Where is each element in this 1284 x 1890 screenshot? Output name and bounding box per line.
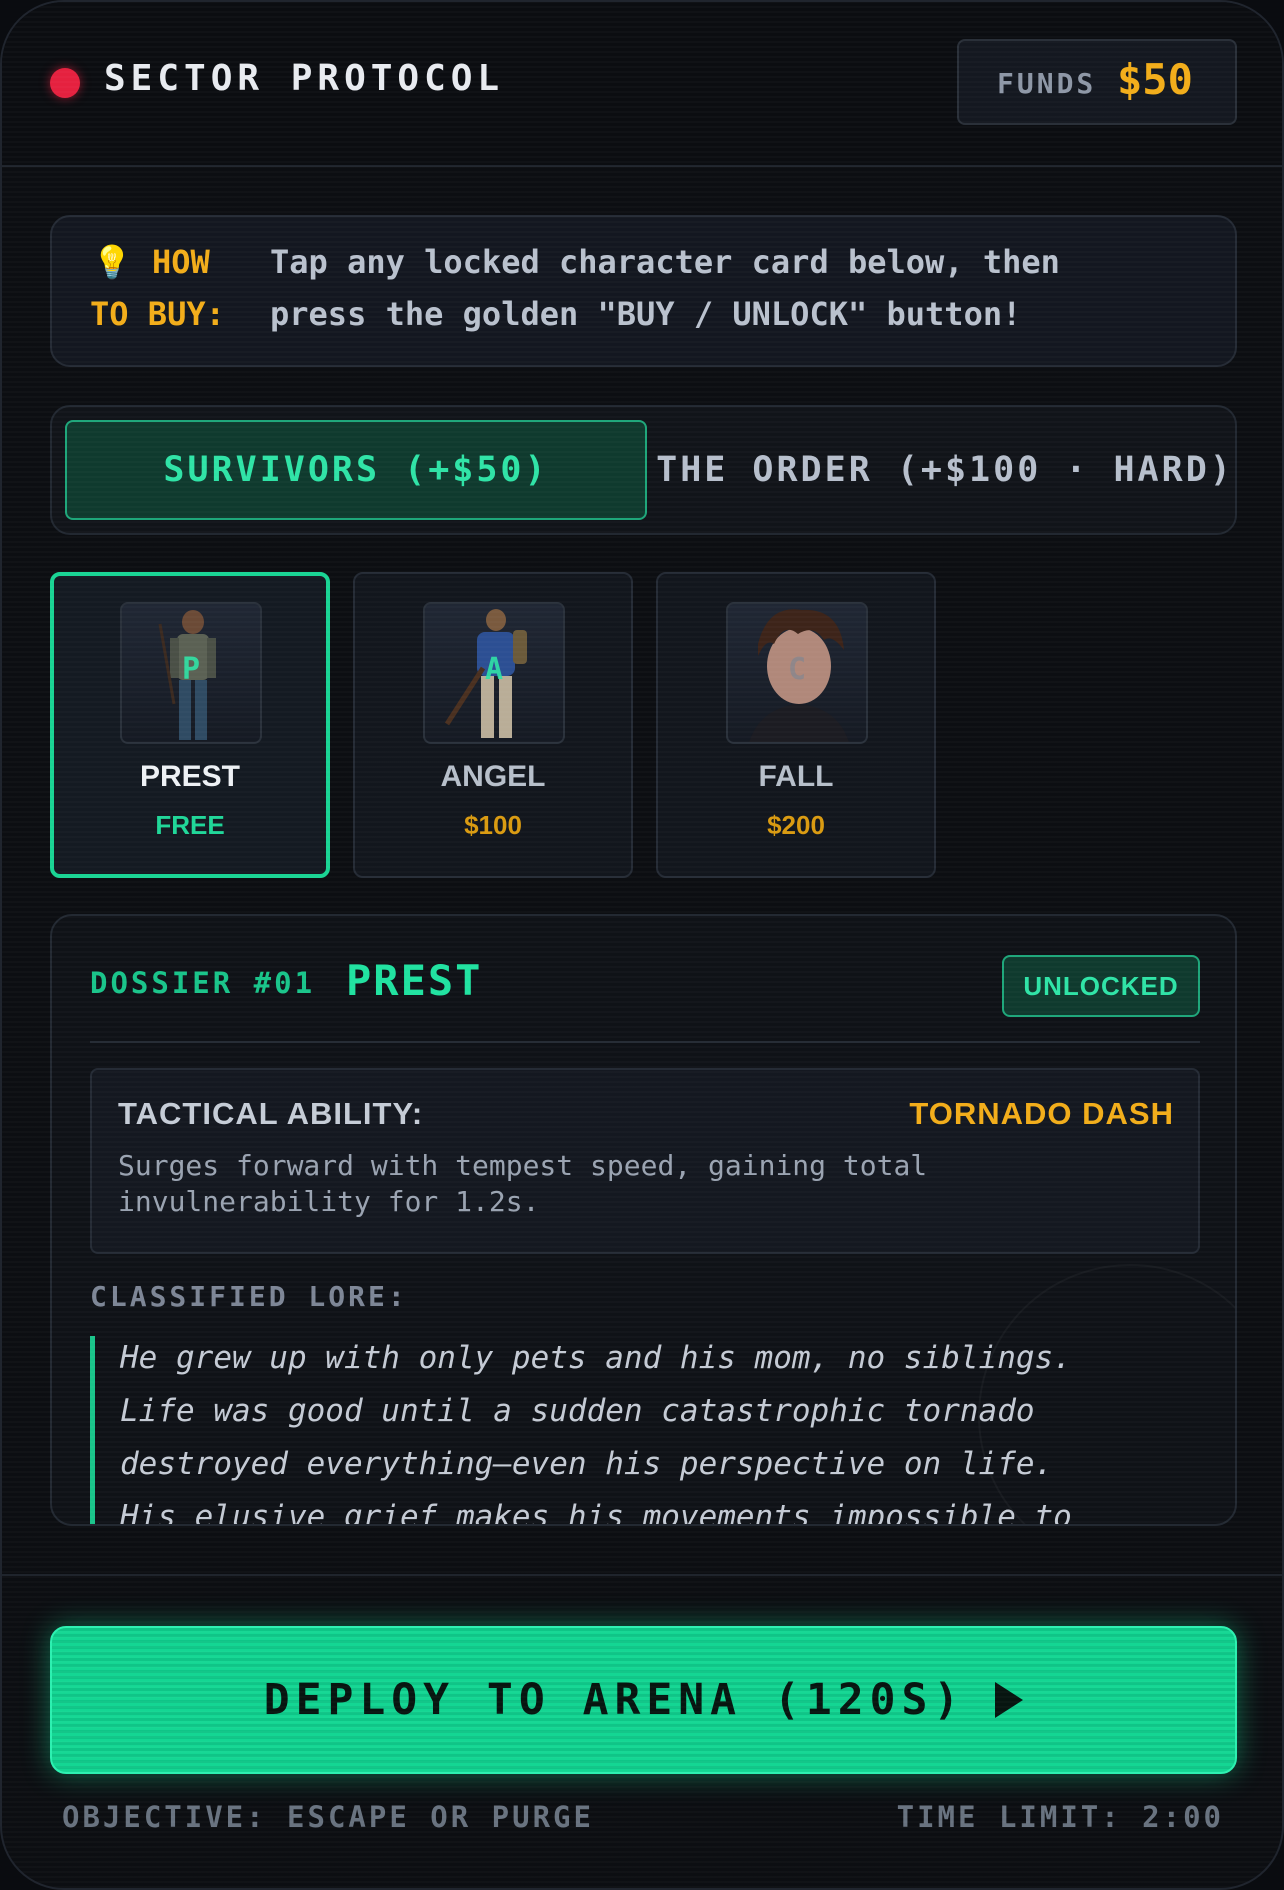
lightbulb-icon: 💡 <box>92 243 132 281</box>
lore-accent-bar <box>90 1336 95 1524</box>
status-dot-icon <box>50 68 80 98</box>
objective-text: OBJECTIVE: ESCAPE OR PURGE <box>62 1800 594 1834</box>
game-screen: SECTOR PROTOCOL FUNDS $50 💡 HOW TO BUY: … <box>0 0 1284 1890</box>
portrait-letter: P <box>181 652 201 687</box>
funds-display: FUNDS $50 <box>957 39 1237 125</box>
how-to-buy-banner: 💡 HOW TO BUY: Tap any locked character c… <box>50 215 1237 367</box>
character-card-fall[interactable]: C FALL $200 <box>656 572 936 878</box>
footer-divider <box>2 1574 1282 1576</box>
character-price: FREE <box>155 810 225 840</box>
character-card-angel[interactable]: A ANGEL $100 <box>353 572 633 878</box>
deploy-label: DEPLOY TO ARENA (120S) <box>263 1675 966 1725</box>
divider <box>90 1041 1200 1043</box>
dossier-number: DOSSIER #01 <box>90 966 316 1000</box>
how-to-buy-label-line2: TO BUY: <box>90 295 225 333</box>
character-dossier[interactable]: DOSSIER #01 PREST UNLOCKED TACTICAL ABIL… <box>50 914 1237 1526</box>
app-title: SECTOR PROTOCOL <box>104 58 505 99</box>
lore-line: He grew up with only pets and his mom, n… <box>120 1340 1072 1376</box>
portrait-letter: C <box>787 652 807 687</box>
lore-text: He grew up with only pets and his mom, n… <box>120 1332 1210 1526</box>
how-to-buy-text-line1: Tap any locked character card below, the… <box>270 243 1060 281</box>
funds-value: $50 <box>1117 55 1193 104</box>
lore-line: destroyed everything—even his perspectiv… <box>120 1446 1054 1482</box>
portrait-prest: P <box>120 602 262 744</box>
ability-description: Surges forward with tempest speed, gaini… <box>118 1149 928 1218</box>
lore-line: Life was good until a sudden catastrophi… <box>120 1393 1035 1429</box>
portrait-angel: A <box>423 602 565 744</box>
character-name: PREST <box>139 760 241 793</box>
dossier-character-name: PREST <box>346 956 483 1005</box>
how-to-buy-label-line1: HOW <box>152 243 210 281</box>
top-bar: SECTOR PROTOCOL FUNDS $50 <box>2 2 1282 167</box>
character-card-prest[interactable]: P PREST FREE <box>50 572 330 878</box>
funds-label: FUNDS <box>997 67 1097 100</box>
character-price: $100 <box>464 810 522 840</box>
portrait-letter: A <box>484 652 504 687</box>
character-name: FALL <box>758 760 834 793</box>
faction-tabs: SURVIVORS (+$50) THE ORDER (+$100 · HARD… <box>50 405 1237 535</box>
play-arrow-icon <box>995 1682 1024 1718</box>
how-to-buy-text-line2: press the golden "BUY / UNLOCK" button! <box>270 295 1022 333</box>
character-price: $200 <box>767 810 825 840</box>
deploy-button[interactable]: DEPLOY TO ARENA (120S) <box>50 1626 1237 1774</box>
tab-the-order[interactable]: THE ORDER (+$100 · HARD) <box>655 420 1235 520</box>
lore-label: CLASSIFIED LORE: <box>90 1280 408 1313</box>
ability-label: TACTICAL ABILITY: <box>118 1096 424 1131</box>
ability-panel: TACTICAL ABILITY: TORNADO DASH Surges fo… <box>90 1068 1200 1254</box>
status-badge: UNLOCKED <box>1002 955 1200 1017</box>
portrait-fall: C <box>726 602 868 744</box>
tab-survivors[interactable]: SURVIVORS (+$50) <box>65 420 647 520</box>
character-name: ANGEL <box>440 760 546 793</box>
time-limit-text: TIME LIMIT: 2:00 <box>896 1800 1224 1834</box>
lore-line: His elusive grief makes his movements im… <box>120 1499 1072 1526</box>
ability-name: TORNADO DASH <box>909 1096 1174 1131</box>
